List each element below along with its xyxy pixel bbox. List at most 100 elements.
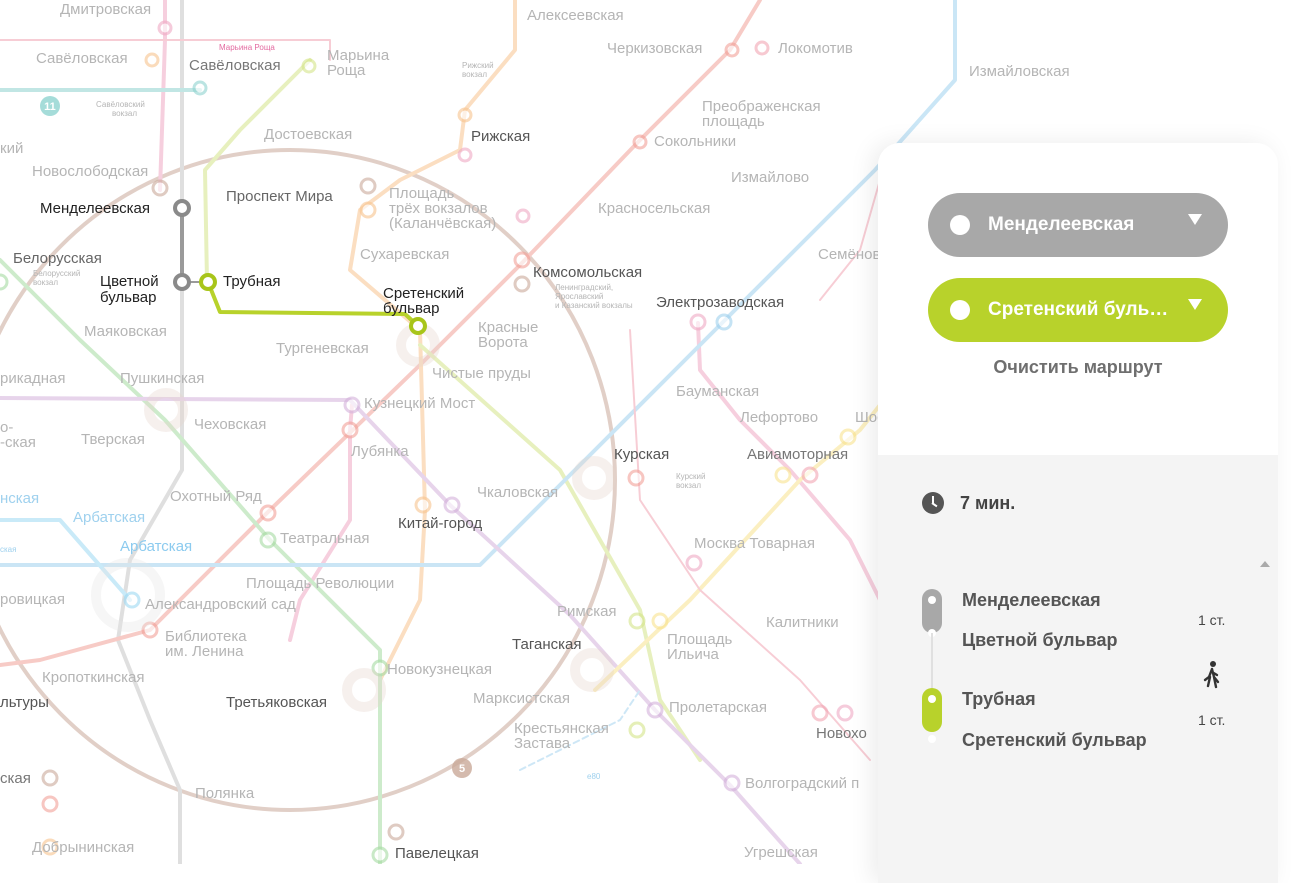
station-label[interactable]: (Каланчёвская) <box>389 215 496 232</box>
station-label[interactable]: Новохо <box>816 725 867 742</box>
scroll-up-arrow-icon[interactable] <box>1260 561 1270 567</box>
station-dot[interactable] <box>371 846 389 864</box>
station-dot[interactable] <box>628 721 646 739</box>
station-dot[interactable] <box>801 466 819 484</box>
station-dot[interactable] <box>513 251 531 269</box>
station-label[interactable]: Чистые пруды <box>432 365 531 382</box>
station-label[interactable]: Роща <box>327 62 366 79</box>
station-dot[interactable] <box>259 531 277 549</box>
station-dot[interactable] <box>651 612 669 630</box>
station-label[interactable]: льтуры <box>0 694 49 711</box>
station-dot[interactable] <box>836 704 854 722</box>
station-label[interactable]: Театральная <box>280 530 370 547</box>
station-label[interactable]: Кропоткинская <box>42 669 145 686</box>
station-label[interactable]: площадь <box>702 113 765 130</box>
station-dot[interactable] <box>341 421 359 439</box>
station-label[interactable]: Лефортово <box>740 409 818 426</box>
station-label[interactable]: Лубянка <box>351 443 409 460</box>
clear-route-button[interactable]: Очистить маршрут <box>878 357 1278 378</box>
station-label[interactable]: Ильича <box>667 646 720 663</box>
station-label[interactable]: им. Ленина <box>165 643 244 660</box>
station-dot[interactable] <box>387 823 405 841</box>
station-label[interactable]: Павелецкая <box>395 845 479 862</box>
station-dot[interactable] <box>627 469 645 487</box>
station-dot[interactable] <box>685 554 703 572</box>
station-label[interactable]: Угрешская <box>744 844 818 861</box>
station-label[interactable]: Дмитровская <box>60 1 151 18</box>
station-dot[interactable] <box>414 496 432 514</box>
station-label[interactable]: -ская <box>0 434 36 451</box>
station-label[interactable]: Авиамоторная <box>747 446 848 463</box>
station-label[interactable]: бульвар <box>383 300 439 317</box>
station-label[interactable]: Тургеневская <box>276 340 369 357</box>
station-mendeleevskaya[interactable] <box>173 199 191 217</box>
station-dot[interactable] <box>457 107 473 123</box>
station-dot[interactable] <box>151 179 169 197</box>
station-label[interactable]: Волгоградский п <box>745 775 859 792</box>
station-label[interactable]: Пушкинская <box>120 370 204 387</box>
station-dot[interactable] <box>144 52 160 68</box>
station-label[interactable]: Марксистская <box>473 690 570 707</box>
station-label[interactable]: Полянка <box>195 785 255 802</box>
station-label[interactable]: Чкаловская <box>477 484 558 501</box>
station-dot[interactable] <box>0 273 9 291</box>
station-label[interactable]: Площадь Революции <box>246 575 394 592</box>
station-label[interactable]: Кузнецкий Мост <box>364 395 475 412</box>
station-label[interactable]: Александровский сад <box>145 596 296 613</box>
station-dot[interactable] <box>192 80 208 96</box>
station-dot[interactable] <box>632 134 648 150</box>
station-label[interactable]: Локомотив <box>778 40 853 57</box>
station-label[interactable]: Сухаревская <box>360 246 449 263</box>
station-label[interactable]: Проспект Мира <box>226 188 333 205</box>
station-label[interactable]: Алексеевская <box>527 7 624 24</box>
station-label[interactable]: Добрынинская <box>32 839 134 856</box>
station-dot[interactable] <box>41 769 59 787</box>
station-trubnaya[interactable] <box>199 273 217 291</box>
station-label[interactable]: Сокольники <box>654 133 736 150</box>
station-dot[interactable] <box>443 496 461 514</box>
station-label[interactable]: ровицкая <box>0 591 65 608</box>
station-label[interactable]: Охотный Ряд <box>170 488 262 505</box>
from-station-select[interactable]: Менделеевская <box>928 193 1228 257</box>
station-dot[interactable] <box>359 201 377 219</box>
station-label[interactable]: Рижская <box>471 128 530 145</box>
station-label[interactable]: Бауманская <box>676 383 759 400</box>
station-label[interactable]: Таганская <box>512 636 581 653</box>
station-label[interactable]: Электрозаводская <box>656 294 784 311</box>
station-label[interactable]: Арбатская <box>73 509 145 526</box>
station-dot[interactable] <box>724 42 740 58</box>
station-label[interactable]: Цветной <box>100 273 159 290</box>
station-label[interactable]: Черкизовская <box>607 40 702 57</box>
station-label[interactable]: Новослободская <box>32 163 148 180</box>
station-label[interactable]: Застава <box>514 735 571 752</box>
station-label[interactable]: Менделеевская <box>40 200 150 217</box>
station-label[interactable]: Китай-город <box>398 515 482 532</box>
station-label[interactable]: Достоевская <box>264 126 352 143</box>
station-dot[interactable] <box>301 58 317 74</box>
station-label[interactable]: ская <box>0 770 31 787</box>
station-dot[interactable] <box>689 313 707 331</box>
station-label[interactable]: Белорусская <box>13 250 102 267</box>
station-label[interactable]: Арбатская <box>120 538 192 555</box>
station-sretensky-bulvar[interactable] <box>409 317 427 335</box>
to-station-select[interactable]: Сретенский бульвар <box>928 278 1228 342</box>
station-dot[interactable] <box>259 504 277 522</box>
station-label[interactable]: нская <box>0 490 39 507</box>
station-label[interactable]: Новокузнецкая <box>387 661 492 678</box>
station-dot[interactable] <box>628 612 646 630</box>
station-dot[interactable] <box>41 795 59 813</box>
station-label[interactable]: Курская <box>614 446 669 463</box>
station-label[interactable]: Тверская <box>81 431 145 448</box>
station-label[interactable]: бульвар <box>100 289 156 306</box>
station-label[interactable]: Москва Товарная <box>694 535 815 552</box>
station-dot[interactable] <box>123 591 141 609</box>
station-dot[interactable] <box>157 20 173 36</box>
station-dot[interactable] <box>723 774 741 792</box>
station-label[interactable]: Савёловская <box>189 57 281 74</box>
station-dot[interactable] <box>359 177 377 195</box>
station-label[interactable]: Ворота <box>478 334 528 351</box>
station-label[interactable]: кий <box>0 140 23 157</box>
station-label[interactable]: Маяковская <box>84 323 167 340</box>
station-dot[interactable] <box>715 313 733 331</box>
station-dot[interactable] <box>515 208 531 224</box>
